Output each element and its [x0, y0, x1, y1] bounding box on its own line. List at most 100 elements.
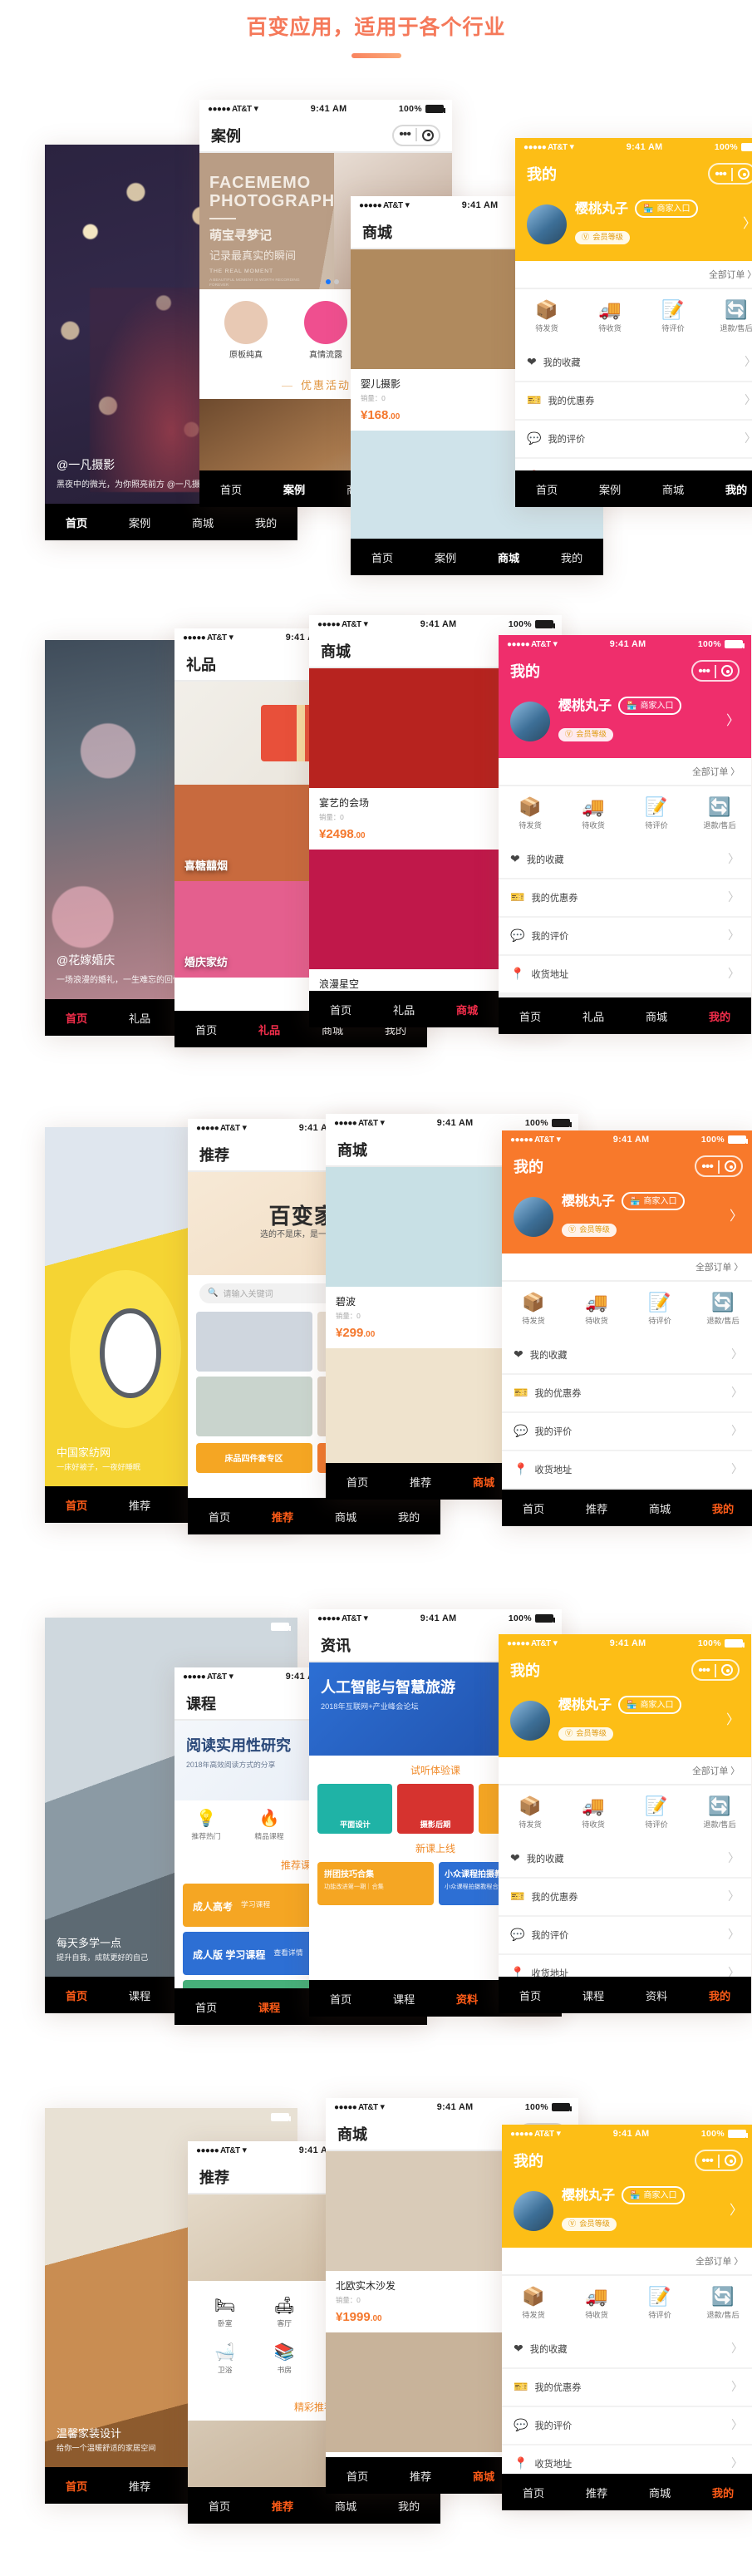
order-status-0[interactable]: 📦 待发货: [502, 2288, 565, 2321]
navbar-capsule[interactable]: •••: [695, 2150, 743, 2171]
order-status-3[interactable]: 🔄 退款/售后: [691, 1293, 752, 1327]
tab-item-2[interactable]: 商城: [314, 2497, 377, 2514]
tab-item-0[interactable]: 首页: [45, 1009, 108, 1026]
tab-item-1[interactable]: 推荐: [565, 2484, 628, 2500]
tab-item-2[interactable]: 商城: [628, 1500, 691, 1516]
tab-item-0[interactable]: 首页: [502, 2484, 565, 2500]
new-card-0[interactable]: 拼团技巧合集 功能改进第一期｜合集: [317, 1862, 433, 1905]
tab-item-2[interactable]: 商城: [314, 1508, 377, 1524]
grid-item-1[interactable]: 🛋 客厅: [256, 2291, 314, 2336]
tab-item-0[interactable]: 首页: [326, 2467, 389, 2484]
order-status-0[interactable]: 📦 待发货: [499, 1797, 562, 1830]
avatar[interactable]: [514, 1196, 553, 1236]
tab-item-2[interactable]: 商城: [628, 2484, 691, 2500]
all-orders-link[interactable]: 全部订单 〉: [695, 1260, 743, 1273]
merchant-entry-badge[interactable]: 🏪 商家入口: [618, 1696, 682, 1714]
more-icon[interactable]: •••: [698, 1662, 710, 1677]
tab-item-1[interactable]: 礼品: [562, 1007, 625, 1024]
order-status-0[interactable]: 📦 待发货: [502, 1293, 565, 1327]
user-row[interactable]: 樱桃丸子🏪商家入口 Ⓥ会员等级 〉: [499, 1687, 751, 1744]
tab-item-0[interactable]: 首页: [309, 1990, 372, 2007]
my-list-row-0[interactable]: ❤ 我的收藏 〉: [502, 1337, 752, 1375]
tab-item-0[interactable]: 首页: [45, 1496, 108, 1513]
my-list-row-1[interactable]: 🎫 我的优惠券 〉: [499, 1879, 751, 1917]
all-orders-link[interactable]: 全部订单 〉: [695, 2254, 743, 2268]
my-list-row-1[interactable]: 🎫 我的优惠券 〉: [502, 2369, 752, 2407]
tab-item-0[interactable]: 首页: [188, 2497, 251, 2514]
member-level-badge[interactable]: Ⓥ 会员等级: [562, 1224, 617, 1237]
my-list-row-0[interactable]: ❤ 我的收藏 〉: [502, 2331, 752, 2369]
tab-item-1[interactable]: 推荐: [108, 2477, 171, 2494]
user-row[interactable]: 樱桃丸子🏪商家入口 Ⓥ会员等级 〉: [502, 2178, 752, 2234]
tab-item-1[interactable]: 推荐: [108, 1496, 171, 1513]
tab-item-2[interactable]: 商城: [625, 1007, 688, 1024]
all-orders-link[interactable]: 全部订单 〉: [692, 1764, 740, 1777]
tab-item-1[interactable]: 礼品: [238, 1021, 301, 1037]
order-status-1[interactable]: 🚚 待收货: [565, 2288, 628, 2321]
grid-item-0[interactable]: 🛏 卧室: [196, 2291, 254, 2336]
user-row[interactable]: 樱桃丸子🏪商家入口 Ⓥ会员等级 〉: [502, 1184, 752, 1240]
tab-item-0[interactable]: 首页: [174, 1021, 238, 1037]
trial-card-0[interactable]: 平面设计: [317, 1784, 393, 1834]
tab-item-1[interactable]: 课程: [562, 1987, 625, 2003]
target-icon[interactable]: [721, 1664, 733, 1676]
my-list-row-0[interactable]: ❤ 我的收藏 〉: [499, 1840, 751, 1879]
tab-item-1[interactable]: 课程: [108, 1987, 171, 2003]
tab-item-2[interactable]: 资料: [435, 1990, 499, 2007]
course-icon-0[interactable]: 💡 推荐热门: [174, 1810, 238, 1842]
tab-item-3[interactable]: 我的: [377, 2497, 440, 2514]
target-icon[interactable]: [725, 2155, 736, 2166]
tab-item-1[interactable]: 礼品: [108, 1009, 171, 1026]
my-list-row-3[interactable]: 📍 收货地址 〉: [502, 1451, 752, 1490]
tab-item-3[interactable]: 我的: [691, 1500, 752, 1516]
tab-item-3[interactable]: 我的: [377, 1508, 440, 1524]
more-icon[interactable]: •••: [701, 2153, 714, 2167]
merchant-entry-badge[interactable]: 🏪 商家入口: [622, 2186, 686, 2204]
tab-item-3[interactable]: 我的: [688, 1007, 751, 1024]
order-status-2[interactable]: 📝 待评价: [628, 1293, 691, 1327]
chevron-right-icon[interactable]: 〉: [726, 1711, 740, 1729]
merchant-entry-badge[interactable]: 🏪 商家入口: [622, 1192, 686, 1210]
grid-cell-2[interactable]: [196, 1377, 312, 1436]
course-icon-1[interactable]: 🔥 精品课程: [238, 1810, 301, 1842]
grid-item-4[interactable]: 🛁 卫浴: [196, 2337, 254, 2382]
promo-0[interactable]: 床品四件套专区: [196, 1443, 312, 1473]
navbar-capsule[interactable]: •••: [691, 1659, 740, 1681]
chevron-right-icon[interactable]: 〉: [730, 1207, 743, 1225]
grid-cell-0[interactable]: [196, 1312, 312, 1372]
tab-item-1[interactable]: 推荐: [389, 1473, 452, 1490]
avatar[interactable]: [510, 1700, 550, 1740]
tab-item-0[interactable]: 首页: [45, 2477, 108, 2494]
tab-item-0[interactable]: 首页: [499, 1987, 562, 2003]
order-bar[interactable]: 全部订单 〉: [502, 2248, 752, 2276]
tab-item-2[interactable]: 商城: [435, 1001, 499, 1017]
order-status-3[interactable]: 🔄 退款/售后: [688, 1797, 751, 1830]
more-icon[interactable]: •••: [701, 1159, 714, 1173]
tab-item-3[interactable]: 我的: [691, 2484, 752, 2500]
my-list-row-1[interactable]: 🎫 我的优惠券 〉: [502, 1375, 752, 1413]
order-bar[interactable]: 全部订单 〉: [499, 1757, 751, 1785]
target-icon[interactable]: [725, 1160, 736, 1172]
order-bar[interactable]: 全部订单 〉: [502, 1254, 752, 1282]
navbar-capsule[interactable]: •••: [695, 1155, 743, 1177]
tab-item-0[interactable]: 首页: [188, 1508, 251, 1524]
order-status-3[interactable]: 🔄 退款/售后: [691, 2288, 752, 2321]
member-level-badge[interactable]: Ⓥ 会员等级: [562, 2218, 617, 2231]
chevron-right-icon[interactable]: 〉: [730, 2201, 743, 2219]
tab-item-1[interactable]: 推荐: [251, 2497, 314, 2514]
avatar[interactable]: [514, 2190, 553, 2230]
tab-item-1[interactable]: 礼品: [372, 1001, 435, 1017]
trial-card-1[interactable]: 摄影后期: [397, 1784, 474, 1834]
order-status-2[interactable]: 📝 待评价: [628, 2288, 691, 2321]
tab-item-0[interactable]: 首页: [502, 1500, 565, 1516]
tab-item-1[interactable]: 课程: [372, 1990, 435, 2007]
grid-item-5[interactable]: 📚 书房: [256, 2337, 314, 2382]
tab-item-0[interactable]: 首页: [309, 1001, 372, 1017]
tab-item-1[interactable]: 课程: [238, 1998, 301, 2015]
tab-item-0[interactable]: 首页: [174, 1998, 238, 2015]
tab-item-0[interactable]: 首页: [326, 1473, 389, 1490]
tab-item-3[interactable]: 我的: [688, 1987, 751, 2003]
order-status-1[interactable]: 🚚 待收货: [562, 1797, 625, 1830]
member-level-badge[interactable]: Ⓥ 会员等级: [558, 1727, 613, 1741]
tab-item-1[interactable]: 推荐: [251, 1508, 314, 1524]
